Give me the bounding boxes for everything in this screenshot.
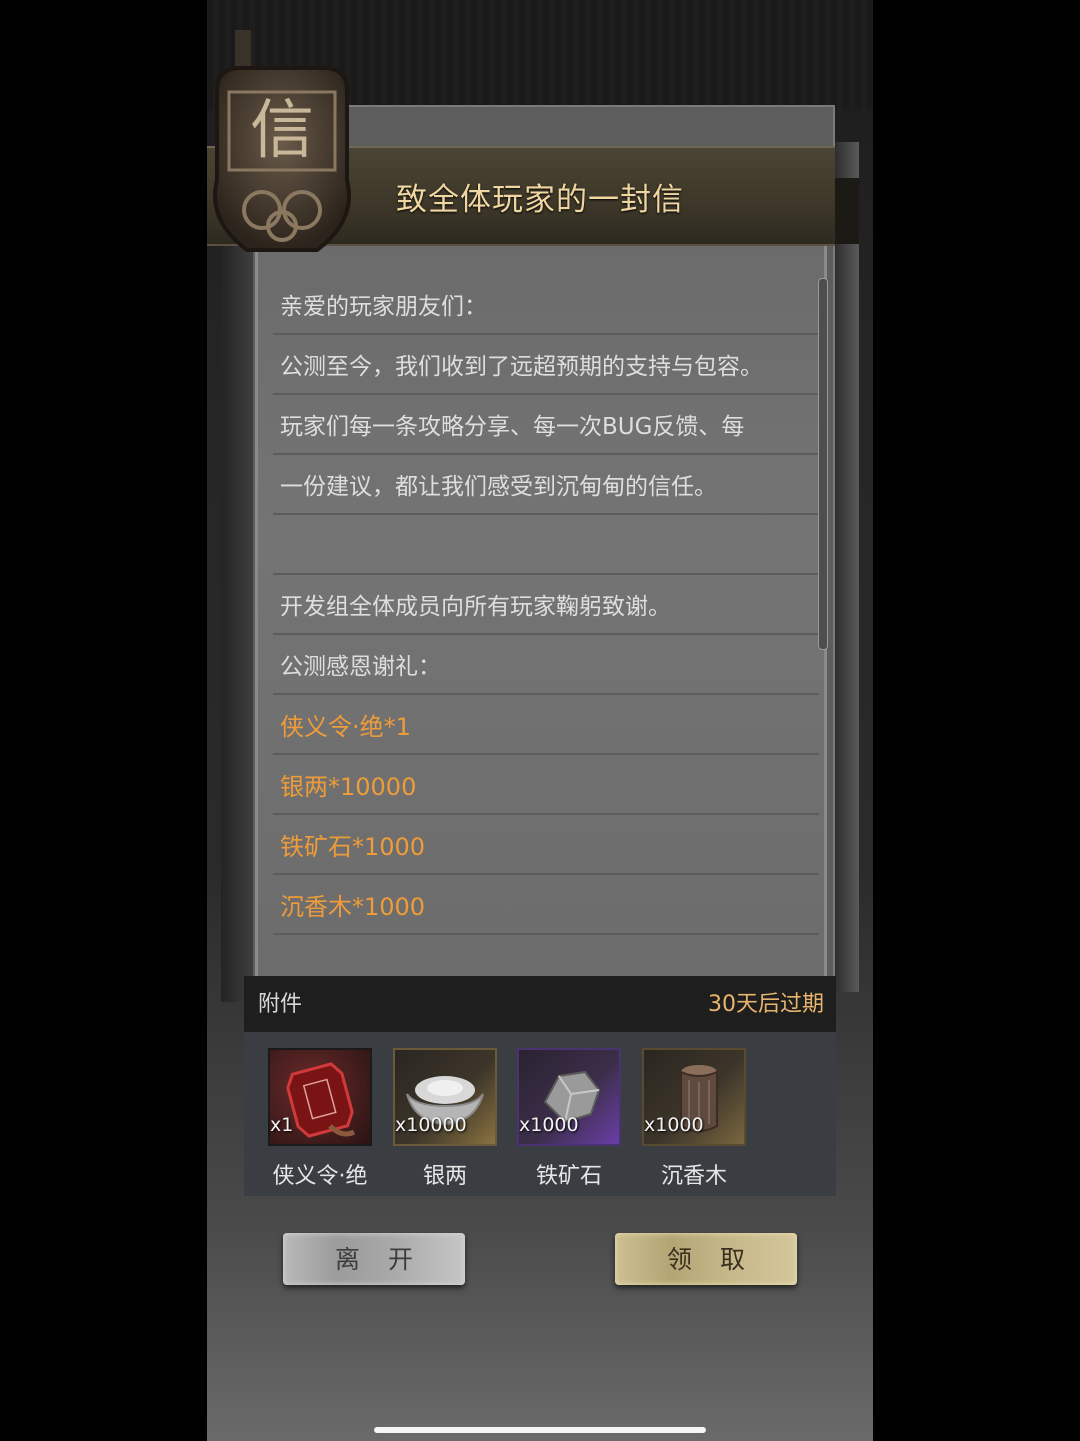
- item-count: x10000: [395, 1114, 467, 1136]
- expire-label: 30天后过期: [708, 992, 824, 1017]
- letter-seal-icon: 信: [213, 30, 351, 252]
- item-name: 侠义令·绝: [272, 1164, 368, 1189]
- letter-line: 一份建议，都让我们感受到沉甸甸的信任。: [273, 455, 819, 515]
- item-count: x1: [270, 1114, 294, 1136]
- game-screen: 致全体玩家的一封信 信 亲爱的玩家朋友们： 公测至今，我们收到了远超预期的支持与…: [207, 0, 873, 1441]
- letter-line: [273, 515, 819, 575]
- letter-line: 玩家们每一条攻略分享、每一次BUG反馈、每: [273, 395, 819, 455]
- attachment-header: 附件 30天后过期: [244, 976, 836, 1032]
- letter-line: 亲爱的玩家朋友们：: [273, 275, 819, 335]
- item-name: 铁矿石: [535, 1164, 602, 1189]
- item-count: x1000: [519, 1114, 579, 1136]
- attachment-label: 附件: [258, 992, 303, 1017]
- item-count: x1000: [644, 1114, 704, 1136]
- item-name: 沉香木: [660, 1164, 727, 1189]
- letter-line: 公测至今，我们收到了远超预期的支持与包容。: [273, 335, 819, 395]
- letter-line: 开发组全体成员向所有玩家鞠躬致谢。: [273, 575, 819, 635]
- reward-line: 沉香木*1000: [273, 875, 819, 935]
- attachment-list: x1 侠义令·绝 x10000 银两 x1000 铁矿石 x1000 沉香木: [244, 1032, 836, 1196]
- reward-line: 银两*10000: [273, 755, 819, 815]
- frame-left-edge: [221, 242, 253, 1002]
- seal-character: 信: [250, 94, 314, 168]
- home-indicator[interactable]: [374, 1427, 706, 1433]
- letter-content: 亲爱的玩家朋友们： 公测至今，我们收到了远超预期的支持与包容。 玩家们每一条攻略…: [273, 275, 819, 935]
- leave-button[interactable]: 离开: [283, 1233, 465, 1285]
- letter-line: 公测感恩谢礼：: [273, 635, 819, 695]
- reward-line: 铁矿石*1000: [273, 815, 819, 875]
- content-scrollbar[interactable]: [818, 278, 828, 650]
- item-name: 银两: [422, 1164, 467, 1189]
- frame-right-edge: [835, 142, 859, 992]
- claim-button[interactable]: 领取: [615, 1233, 797, 1285]
- reward-line: 侠义令·绝*1: [273, 695, 819, 755]
